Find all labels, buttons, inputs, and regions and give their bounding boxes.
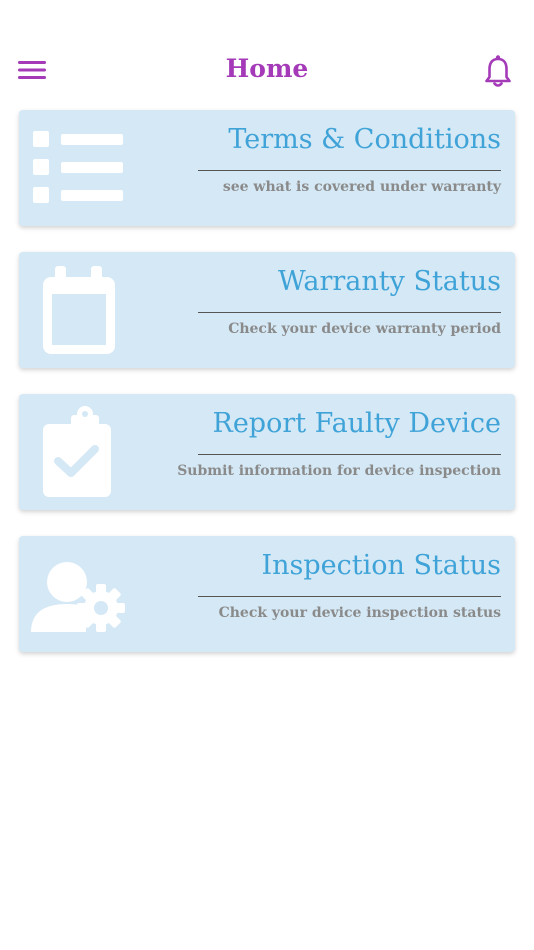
card-divider	[198, 312, 501, 313]
card-title: Report Faulty Device	[212, 408, 501, 439]
app-header: Home	[0, 46, 534, 94]
list-icon	[31, 122, 127, 214]
home-screen: Home Terms & Conditions see what is cove…	[0, 0, 534, 950]
card-subtitle: Check your device inspection status	[218, 605, 501, 621]
user-gear-icon	[31, 548, 127, 640]
card-divider	[198, 170, 501, 171]
card-title: Warranty Status	[277, 266, 501, 297]
card-subtitle: Check your device warranty period	[228, 321, 501, 337]
terms-conditions-card[interactable]: Terms & Conditions see what is covered u…	[19, 110, 515, 226]
inspection-status-card[interactable]: Inspection Status Check your device insp…	[19, 536, 515, 652]
calendar-icon	[31, 264, 127, 356]
card-subtitle: see what is covered under warranty	[222, 179, 501, 195]
card-subtitle: Submit information for device inspection	[177, 463, 501, 479]
page-title: Home	[225, 54, 309, 83]
card-title: Inspection Status	[261, 550, 501, 581]
warranty-status-card[interactable]: Warranty Status Check your device warran…	[19, 252, 515, 368]
notifications-button[interactable]	[482, 54, 514, 88]
report-faulty-device-card[interactable]: Report Faulty Device Submit information …	[19, 394, 515, 510]
bell-icon	[485, 55, 511, 87]
card-title: Terms & Conditions	[228, 124, 501, 155]
card-divider	[198, 454, 501, 455]
card-divider	[198, 596, 501, 597]
clipboard-check-icon	[31, 406, 127, 498]
